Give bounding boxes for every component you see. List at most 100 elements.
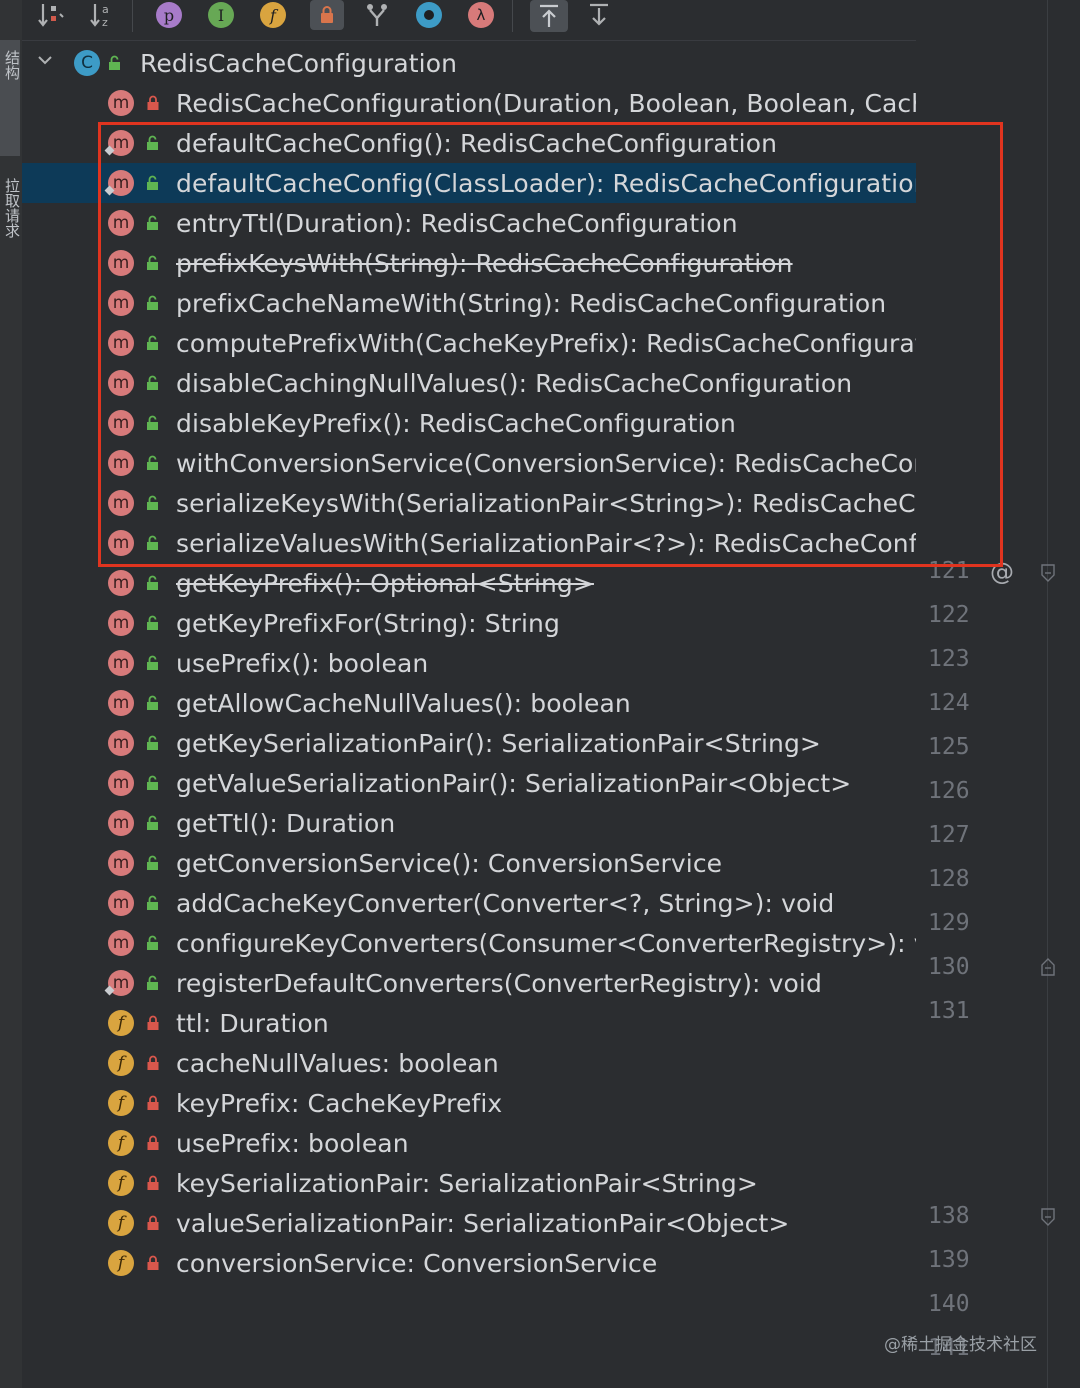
method-label: getAllowCacheNullValues(): boolean bbox=[176, 688, 631, 718]
field-icon: f bbox=[108, 1250, 134, 1276]
public-access-icon bbox=[147, 935, 158, 950]
watermark: @稀土掘金技术社区 bbox=[884, 1335, 1037, 1355]
show-lambdas-circle-icon[interactable] bbox=[414, 0, 444, 30]
field-icon: f bbox=[108, 1130, 134, 1156]
sort-alphabetically-icon[interactable]: az bbox=[88, 0, 118, 30]
structure-toolbar: az p I f λ bbox=[22, 0, 916, 41]
private-lock-icon bbox=[147, 1135, 159, 1150]
line-number: 124 bbox=[928, 690, 970, 716]
show-non-public-icon[interactable] bbox=[310, 0, 344, 30]
method-icon: m bbox=[108, 850, 134, 876]
method-label: usePrefix(): boolean bbox=[176, 648, 429, 678]
method-row[interactable]: m getKeyPrefix(): Optional<String> bbox=[22, 563, 916, 603]
method-icon: m bbox=[108, 930, 134, 956]
public-access-icon bbox=[147, 615, 158, 630]
method-row[interactable]: m RedisCacheConfiguration(Duration, Boole… bbox=[22, 83, 916, 123]
method-icon: m bbox=[108, 610, 134, 636]
method-icon: m bbox=[108, 810, 134, 836]
method-icon: m bbox=[108, 770, 134, 796]
field-row[interactable]: f valueSerializationPair: SerializationPa… bbox=[22, 1203, 916, 1243]
structure-tab-label: 结构 bbox=[3, 50, 21, 80]
method-row[interactable]: m addCacheKeyConverter(Converter<?, Strin… bbox=[22, 883, 916, 923]
field-icon: f bbox=[108, 1210, 134, 1236]
method-label: getKeyPrefix(): Optional<String> bbox=[176, 568, 594, 598]
left-tool-strip: 结构 拉取请求 bbox=[0, 0, 23, 1388]
field-label: usePrefix: boolean bbox=[176, 1128, 409, 1158]
method-icon: m bbox=[108, 690, 134, 716]
method-row[interactable]: m getTtl(): Duration bbox=[22, 803, 916, 843]
public-access-icon bbox=[109, 55, 120, 70]
public-access-icon bbox=[147, 735, 158, 750]
field-label: keyPrefix: CacheKeyPrefix bbox=[176, 1088, 503, 1118]
show-lambdas-icon[interactable]: λ bbox=[466, 0, 496, 30]
line-number: 125 bbox=[928, 734, 970, 760]
public-access-icon bbox=[147, 775, 158, 790]
line-number: 122 bbox=[928, 602, 970, 628]
show-inherited-icon[interactable]: I bbox=[206, 0, 236, 30]
method-label: getValueSerializationPair(): Serializati… bbox=[176, 768, 852, 798]
show-fields-icon[interactable]: f bbox=[258, 0, 288, 30]
method-label: RedisCacheConfiguration(Duration, Boolea… bbox=[176, 88, 916, 118]
method-row[interactable]: m configureKeyConverters(Consumer<Convert… bbox=[22, 923, 916, 963]
structure-tab[interactable]: 结构 bbox=[0, 40, 21, 156]
line-number: 139 bbox=[928, 1247, 970, 1273]
private-lock-icon bbox=[147, 1255, 159, 1270]
private-lock-icon bbox=[147, 1175, 159, 1190]
line-number: 129 bbox=[928, 910, 970, 936]
line-number: 130 bbox=[928, 954, 970, 980]
public-access-icon bbox=[147, 575, 158, 590]
svg-text:a: a bbox=[102, 3, 109, 16]
public-access-icon bbox=[147, 655, 158, 670]
method-icon: m bbox=[108, 650, 134, 676]
field-row[interactable]: f ttl: Duration bbox=[22, 1003, 916, 1043]
root-class-label: RedisCacheConfiguration bbox=[140, 48, 458, 78]
fold-marker-icon[interactable] bbox=[1040, 564, 1056, 582]
svg-text:z: z bbox=[102, 16, 108, 29]
field-label: ttl: Duration bbox=[176, 1008, 329, 1038]
field-label: valueSerializationPair: SerializationPai… bbox=[176, 1208, 790, 1238]
tree-root[interactable]: C RedisCacheConfiguration bbox=[22, 43, 916, 83]
private-lock-icon bbox=[147, 1055, 159, 1070]
public-access-icon bbox=[147, 815, 158, 830]
fold-marker-icon-2[interactable] bbox=[1040, 1208, 1056, 1226]
method-icon: m bbox=[108, 890, 134, 916]
class-icon: C bbox=[74, 50, 100, 76]
pull-requests-tab[interactable]: 拉取请求 bbox=[0, 178, 21, 238]
collapse-all-icon[interactable] bbox=[584, 0, 614, 30]
line-number: 131 bbox=[928, 998, 970, 1024]
public-access-icon bbox=[147, 975, 158, 990]
method-row[interactable]: m getValueSerializationPair(): Serializat… bbox=[22, 763, 916, 803]
sort-visibility-icon[interactable] bbox=[36, 0, 66, 30]
method-label: registerDefaultConverters(ConverterRegis… bbox=[176, 968, 822, 998]
method-row[interactable]: m registerDefaultConverters(ConverterRegi… bbox=[22, 963, 916, 1003]
method-icon: m bbox=[108, 570, 134, 596]
fold-end-marker-icon[interactable] bbox=[1040, 958, 1056, 976]
field-icon: f bbox=[108, 1090, 134, 1116]
method-row[interactable]: m getKeySerializationPair(): Serializatio… bbox=[22, 723, 916, 763]
method-icon: m bbox=[108, 730, 134, 756]
field-icon: f bbox=[108, 1010, 134, 1036]
method-row[interactable]: m usePrefix(): boolean bbox=[22, 643, 916, 683]
chevron-down-icon[interactable] bbox=[36, 51, 54, 73]
field-row[interactable]: f keyPrefix: CacheKeyPrefix bbox=[22, 1083, 916, 1123]
line-number: 138 bbox=[928, 1203, 970, 1229]
method-row[interactable]: m getKeyPrefixFor(String): String bbox=[22, 603, 916, 643]
field-row[interactable]: f usePrefix: boolean bbox=[22, 1123, 916, 1163]
field-icon: f bbox=[108, 1170, 134, 1196]
line-number: 123 bbox=[928, 646, 970, 672]
method-icon: m bbox=[108, 90, 134, 116]
line-number: 126 bbox=[928, 778, 970, 804]
field-row[interactable]: f cacheNullValues: boolean bbox=[22, 1043, 916, 1083]
field-label: cacheNullValues: boolean bbox=[176, 1048, 499, 1078]
field-row[interactable]: f conversionService: ConversionService bbox=[22, 1243, 916, 1283]
field-label: keySerializationPair: SerializationPair<… bbox=[176, 1168, 758, 1198]
field-row[interactable]: f keySerializationPair: SerializationPair… bbox=[22, 1163, 916, 1203]
method-row[interactable]: m getConversionService(): ConversionServi… bbox=[22, 843, 916, 883]
private-lock-icon bbox=[147, 1215, 159, 1230]
show-anonymous-icon[interactable] bbox=[362, 0, 392, 30]
method-row[interactable]: m getAllowCacheNullValues(): boolean bbox=[22, 683, 916, 723]
method-label: getKeySerializationPair(): Serialization… bbox=[176, 728, 821, 758]
expand-all-icon[interactable] bbox=[530, 0, 568, 32]
line-number: 128 bbox=[928, 866, 970, 892]
show-properties-icon[interactable]: p bbox=[154, 0, 184, 30]
